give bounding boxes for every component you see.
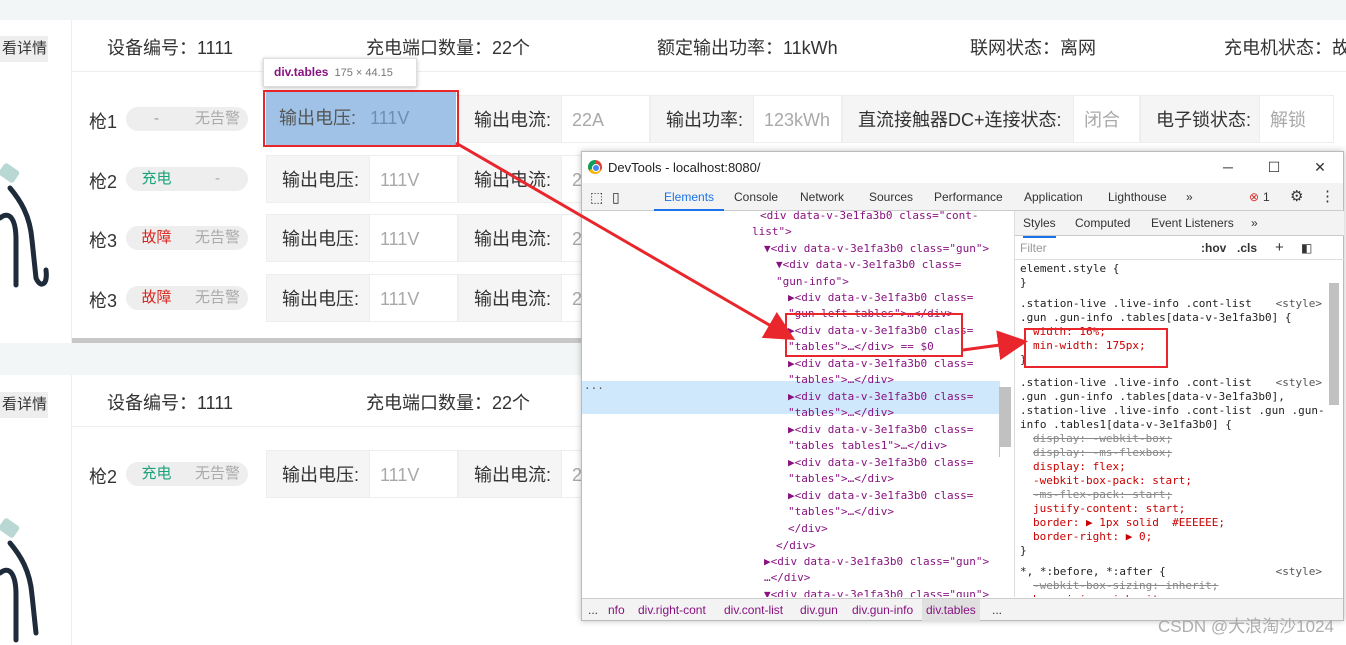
annotation-arrows [455, 141, 1028, 361]
arrow-line [455, 141, 796, 341]
arrow-line [962, 330, 1028, 361]
watermark: CSDN @大浪淘沙1024 [1158, 617, 1334, 636]
